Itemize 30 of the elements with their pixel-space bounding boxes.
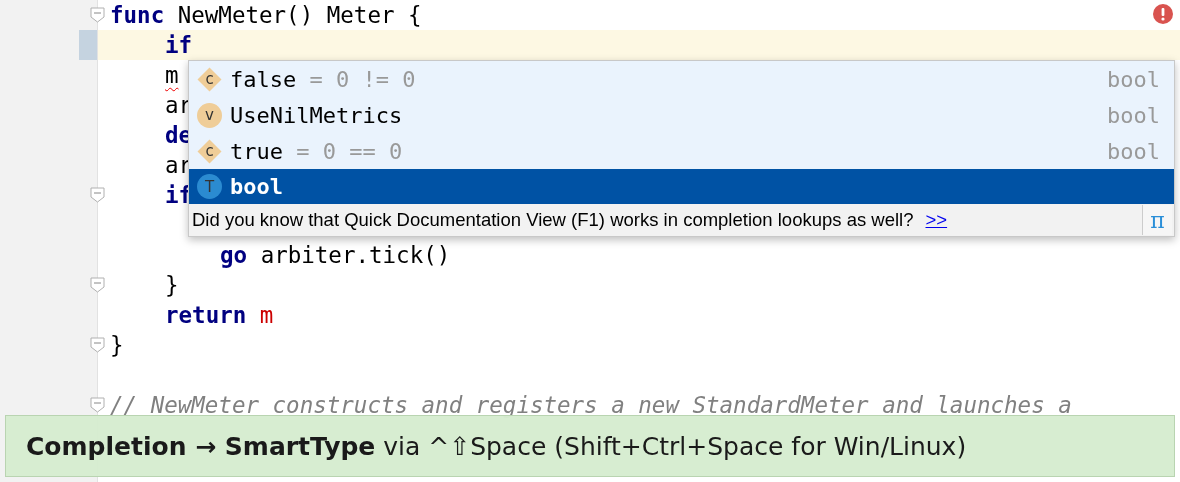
fold-marker-icon[interactable] bbox=[90, 187, 105, 203]
code-line: return m bbox=[165, 302, 274, 328]
fold-marker-icon[interactable] bbox=[90, 7, 105, 23]
fold-marker-icon[interactable] bbox=[90, 397, 105, 413]
item-detail: = 0 != 0 bbox=[308, 66, 416, 92]
item-type: bool bbox=[1107, 138, 1160, 164]
code-comment: // NewMeter constructs and registers a new StandardMeter and launches a bbox=[110, 392, 1072, 418]
code-line: go arbiter.tick() bbox=[220, 242, 451, 268]
fold-marker-icon[interactable] bbox=[90, 337, 105, 353]
completion-item[interactable]: v UseNilMetrics bool bbox=[189, 97, 1174, 133]
code-line: func NewMeter() Meter { bbox=[110, 2, 422, 28]
item-type: bool bbox=[1107, 102, 1160, 128]
variable-icon: v bbox=[197, 102, 222, 128]
code-line: } bbox=[110, 332, 124, 358]
code-line: } bbox=[165, 272, 179, 298]
shortcut-tip-text: Completion → SmartType via ^⇧Space (Shift+Ctrl+Space for Win/Linux) bbox=[26, 431, 967, 461]
constant-icon: c bbox=[197, 66, 222, 92]
error-icon bbox=[1153, 4, 1173, 24]
item-detail: = 0 == 0 bbox=[295, 138, 403, 164]
fold-marker-icon[interactable] bbox=[90, 277, 105, 293]
more-link[interactable]: >> bbox=[925, 209, 948, 231]
tip-text: Did you know that Quick Documentation View (F1) works in completion lookups as well? bbox=[192, 209, 914, 231]
completion-item[interactable]: c true = 0 == 0 bool bbox=[189, 133, 1174, 169]
code-line: if bbox=[165, 32, 193, 58]
type-icon: T bbox=[197, 174, 222, 199]
constant-icon: c bbox=[197, 138, 222, 164]
item-type: bool bbox=[1107, 66, 1160, 92]
code-line: m bbox=[165, 62, 179, 88]
completion-item[interactable]: c false = 0 != 0 bool bbox=[189, 61, 1174, 97]
completion-item[interactable]: T bool bbox=[189, 169, 1174, 204]
